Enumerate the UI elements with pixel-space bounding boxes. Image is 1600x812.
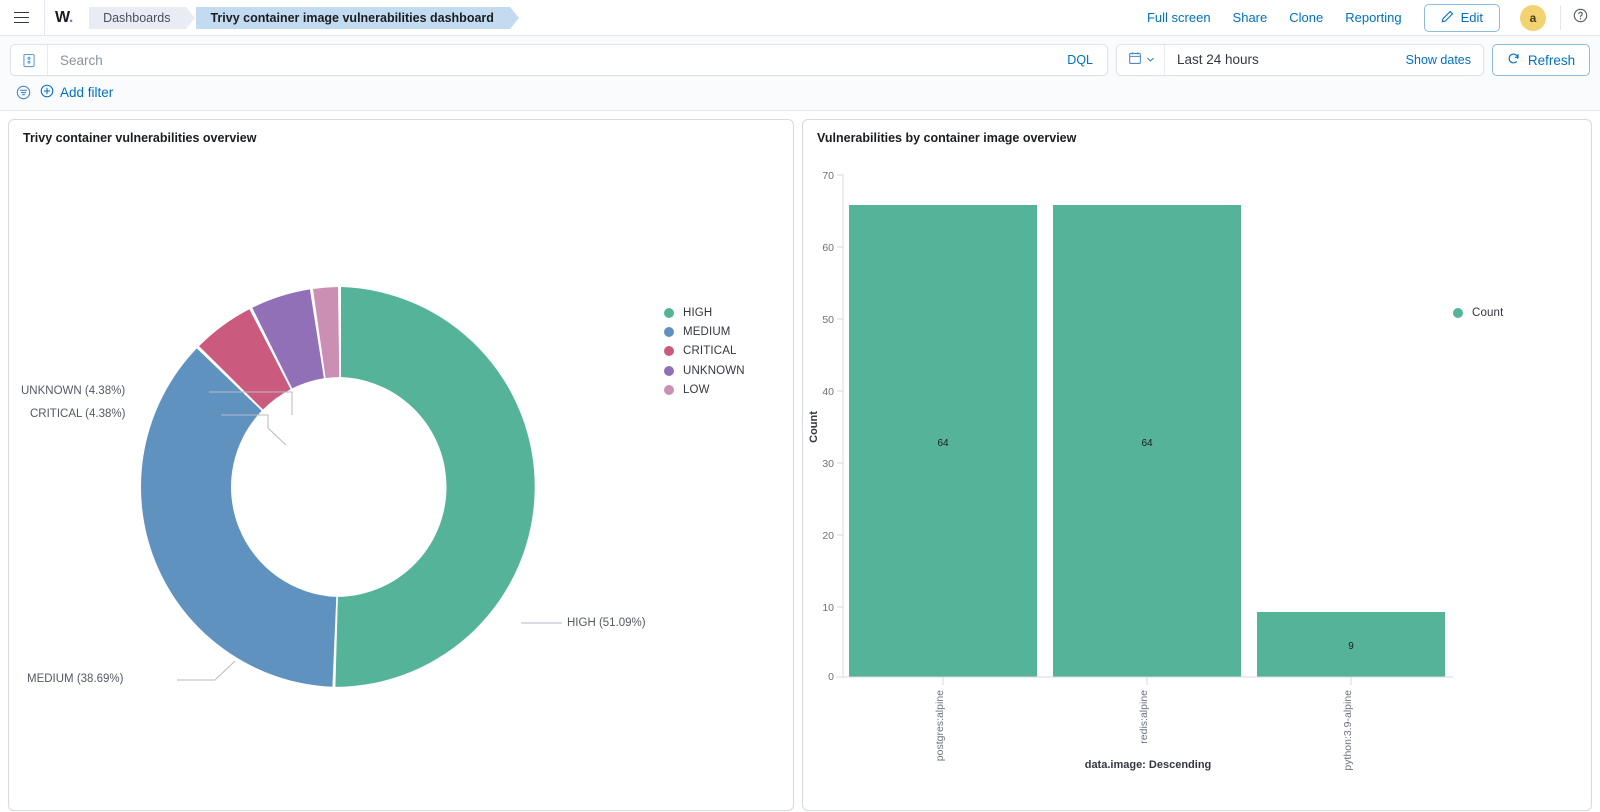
plus-circle-icon bbox=[40, 84, 54, 101]
legend-label: UNKNOWN bbox=[683, 364, 745, 377]
chevron-down-icon bbox=[1146, 51, 1155, 69]
hamburger-icon[interactable] bbox=[8, 5, 34, 31]
reporting-link[interactable]: Reporting bbox=[1345, 10, 1401, 25]
y-tick-label: 30 bbox=[822, 458, 834, 470]
y-tick-label: 0 bbox=[828, 671, 834, 683]
query-bar: DQL Last 24 hours Show dates bbox=[0, 36, 1600, 111]
legend-color-swatch bbox=[664, 385, 674, 396]
avatar-initial: a bbox=[1529, 10, 1537, 25]
x-axis-title: data.image: Descending bbox=[1085, 759, 1212, 771]
bars: 64 64 9 bbox=[849, 205, 1445, 677]
calendar-icon bbox=[1128, 51, 1142, 70]
avatar[interactable]: a bbox=[1520, 4, 1546, 31]
share-link[interactable]: Share bbox=[1233, 10, 1268, 25]
donut-label-high: HIGH (51.09%) bbox=[567, 617, 646, 629]
panel-title: Vulnerabilities by container image overv… bbox=[817, 131, 1077, 145]
panel-title: Trivy container vulnerabilities overview bbox=[23, 131, 257, 145]
clone-link[interactable]: Clone bbox=[1289, 10, 1323, 25]
refresh-button[interactable]: Refresh bbox=[1492, 44, 1590, 76]
legend-item-critical[interactable]: CRITICAL bbox=[664, 342, 745, 361]
logo-dot: . bbox=[68, 8, 74, 26]
filter-row: Add filter bbox=[10, 76, 1590, 110]
calendar-quick-select-button[interactable] bbox=[1117, 51, 1164, 70]
app-logo[interactable]: W. bbox=[55, 9, 75, 27]
search-box[interactable]: DQL bbox=[10, 44, 1108, 76]
search-input[interactable] bbox=[48, 52, 1054, 68]
legend-color-swatch bbox=[664, 346, 674, 357]
add-filter-label: Add filter bbox=[60, 85, 114, 100]
dashboard-grid: Trivy container vulnerabilities overview bbox=[0, 111, 1600, 811]
panel-body: UNKNOWN (4.38%) CRITICAL (4.38%) MEDIUM … bbox=[9, 149, 793, 810]
donut-legend: HIGH MEDIUM CRITICAL UNKNOWN LOW bbox=[664, 303, 745, 400]
legend-color-swatch bbox=[664, 307, 674, 318]
x-tick-label: python:3.9-alpine bbox=[1342, 690, 1354, 771]
x-tick-label: redis:alpine bbox=[1138, 690, 1150, 744]
panel-vulnerabilities-by-container-image: Vulnerabilities by container image overv… bbox=[802, 119, 1592, 811]
breadcrumb-label: Dashboards bbox=[103, 10, 171, 25]
legend-color-swatch bbox=[664, 327, 674, 338]
bar-value-label: 9 bbox=[1348, 641, 1354, 652]
legend-label: HIGH bbox=[683, 306, 713, 319]
nav-divider bbox=[44, 0, 45, 36]
donut-chart-svg bbox=[141, 287, 562, 687]
donut-label-medium: MEDIUM (38.69%) bbox=[27, 673, 124, 685]
saved-query-icon[interactable] bbox=[11, 53, 47, 68]
x-tick-label: postgres:alpine bbox=[934, 690, 946, 761]
show-dates-button[interactable]: Show dates bbox=[1394, 53, 1483, 67]
y-axis-title: Count bbox=[808, 411, 820, 443]
y-tick-label: 50 bbox=[822, 314, 834, 326]
donut-slice-medium[interactable] bbox=[141, 348, 337, 687]
legend-label: CRITICAL bbox=[683, 345, 737, 358]
y-tick-label: 10 bbox=[822, 602, 834, 614]
bar-value-label: 64 bbox=[1141, 438, 1153, 449]
bar-legend: Count bbox=[1453, 303, 1503, 322]
legend-item-high[interactable]: HIGH bbox=[664, 303, 745, 322]
date-picker[interactable]: Last 24 hours Show dates bbox=[1116, 44, 1484, 76]
donut-slices bbox=[141, 287, 535, 687]
edit-button[interactable]: Edit bbox=[1423, 3, 1500, 32]
bar-value-label: 64 bbox=[937, 438, 949, 449]
donut-label-unknown: UNKNOWN (4.38%) bbox=[21, 385, 126, 397]
panel-body: 70 60 50 40 30 20 10 0 Count 64 64 9 pos… bbox=[803, 149, 1591, 810]
legend-item-unknown[interactable]: UNKNOWN bbox=[664, 361, 745, 380]
refresh-label: Refresh bbox=[1527, 52, 1576, 68]
donut-slice-high[interactable] bbox=[335, 287, 535, 687]
edit-button-label: Edit bbox=[1460, 10, 1483, 25]
full-screen-link[interactable]: Full screen bbox=[1147, 10, 1211, 25]
add-filter-button[interactable]: Add filter bbox=[40, 84, 113, 101]
top-navigation-bar: W. Dashboards Trivy container image vuln… bbox=[0, 0, 1600, 36]
pencil-icon bbox=[1441, 10, 1454, 26]
breadcrumb-item-dashboards[interactable]: Dashboards bbox=[89, 6, 196, 29]
legend-label: Count bbox=[1472, 306, 1504, 319]
query-row: DQL Last 24 hours Show dates bbox=[10, 44, 1590, 76]
legend-item-count[interactable]: Count bbox=[1453, 303, 1503, 322]
bar-chart: 70 60 50 40 30 20 10 0 Count 64 64 9 pos… bbox=[803, 149, 1591, 810]
legend-label: LOW bbox=[683, 384, 710, 397]
legend-item-low[interactable]: LOW bbox=[664, 381, 745, 400]
legend-color-swatch bbox=[1453, 307, 1463, 318]
y-axis: 70 60 50 40 30 20 10 0 Count bbox=[808, 170, 844, 683]
breadcrumb-label: Trivy container image vulnerabilities da… bbox=[210, 10, 494, 25]
y-tick-label: 70 bbox=[822, 170, 834, 182]
legend-color-swatch bbox=[664, 365, 674, 376]
breadcrumb-item-current-dashboard[interactable]: Trivy container image vulnerabilities da… bbox=[196, 6, 520, 29]
logo-text: W bbox=[55, 8, 69, 26]
question-circle-icon[interactable] bbox=[1573, 8, 1588, 28]
legend-label: MEDIUM bbox=[683, 326, 731, 339]
y-tick-label: 20 bbox=[822, 530, 834, 542]
y-tick-label: 60 bbox=[822, 242, 834, 254]
donut-chart: UNKNOWN (4.38%) CRITICAL (4.38%) MEDIUM … bbox=[9, 149, 793, 810]
x-axis: postgres:alpine redis:alpine python:3.9-… bbox=[843, 676, 1453, 771]
bar-chart-svg: 70 60 50 40 30 20 10 0 Count 64 64 9 pos… bbox=[808, 170, 1453, 771]
date-range-value[interactable]: Last 24 hours bbox=[1164, 45, 1394, 75]
nav-divider-right bbox=[1560, 5, 1561, 30]
legend-item-medium[interactable]: MEDIUM bbox=[664, 322, 745, 341]
query-language-button[interactable]: DQL bbox=[1053, 53, 1107, 67]
filter-icon[interactable] bbox=[16, 85, 31, 100]
y-tick-label: 40 bbox=[822, 386, 834, 398]
panel-trivy-vulnerabilities-overview: Trivy container vulnerabilities overview bbox=[8, 119, 794, 811]
refresh-icon bbox=[1507, 52, 1520, 68]
donut-label-critical: CRITICAL (4.38%) bbox=[30, 408, 126, 420]
breadcrumb: Dashboards Trivy container image vulnera… bbox=[89, 6, 520, 29]
